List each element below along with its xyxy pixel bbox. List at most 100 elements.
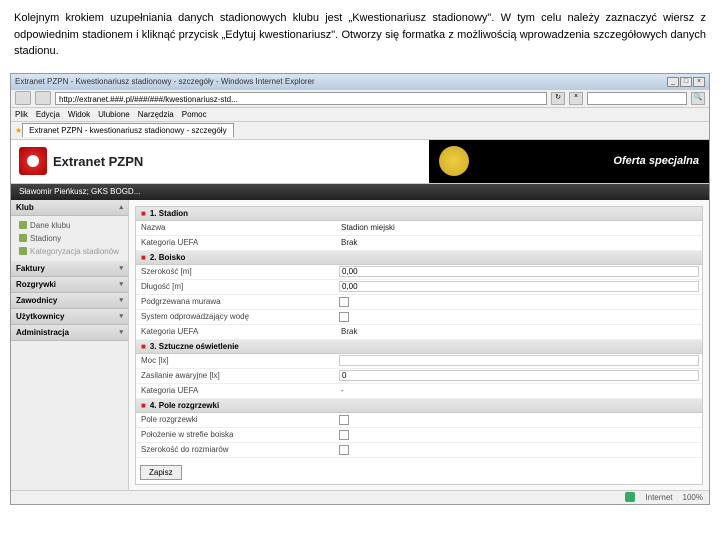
minimize-button[interactable]: _	[667, 77, 679, 87]
field-label: Zasilanie awaryjne [lx]	[136, 371, 336, 380]
chevron-up-icon: ▴	[119, 203, 123, 211]
accordion-klub[interactable]: Klub▴	[11, 200, 128, 216]
field-value: Brak	[336, 327, 702, 336]
field-label: Szerokość [m]	[136, 267, 336, 276]
row-awaryjne: Zasilanie awaryjne [lx]	[136, 369, 702, 384]
field-label: Kategoria UEFA	[136, 238, 336, 247]
awaryjne-input[interactable]	[339, 370, 699, 381]
accordion-administracja[interactable]: Administracja ▾	[11, 325, 128, 341]
field-value: -	[336, 386, 702, 395]
section-3-header[interactable]: ■3. Sztuczne oświetlenie	[136, 340, 702, 354]
field-label: Szerokość do rozmiarów	[136, 445, 336, 454]
pole-checkbox[interactable]	[339, 415, 349, 425]
row-kat-uefa-3: Kategoria UEFA-	[136, 384, 702, 399]
section-title: 4. Pole rozgrzewki	[150, 401, 219, 410]
favorites-icon[interactable]: ★	[15, 126, 22, 135]
app-banner: Extranet PZPN Oferta specjalna	[11, 140, 709, 184]
bullet-icon: ■	[141, 209, 146, 218]
chevron-down-icon: ▾	[119, 328, 123, 336]
field-label: Kategoria UEFA	[136, 327, 336, 336]
ad-logo-icon	[439, 146, 469, 176]
row-rozmiar: Szerokość do rozmiarów	[136, 443, 702, 458]
dlugosc-input[interactable]	[339, 281, 699, 292]
sidebar-item-dane[interactable]: Dane klubu	[11, 219, 128, 232]
accordion-zawodnicy[interactable]: Zawodnicy▾	[11, 293, 128, 309]
field-label: Długość [m]	[136, 282, 336, 291]
accordion-faktury[interactable]: Faktury ▾	[11, 261, 128, 277]
polozenie-checkbox[interactable]	[339, 430, 349, 440]
accordion-label: Faktury	[16, 264, 45, 273]
moc-input[interactable]	[339, 355, 699, 366]
bullet-icon: ■	[141, 342, 146, 351]
chevron-down-icon: ▾	[119, 296, 123, 304]
field-value: Stadion miejski	[336, 223, 702, 232]
sidebar-item-stadiony[interactable]: Stadiony	[11, 232, 128, 245]
browser-window: Extranet PZPN - Kwestionariusz stadionow…	[10, 73, 710, 505]
titlebar: Extranet PZPN - Kwestionariusz stadionow…	[11, 74, 709, 90]
menu-file[interactable]: Plik	[15, 110, 28, 119]
intro-text: Kolejnym krokiem uzupełniania danych sta…	[0, 0, 720, 70]
row-pole: Pole rozgrzewki	[136, 413, 702, 428]
main-panel: ■ 1. Stadion NazwaStadion miejski Kategor…	[129, 200, 709, 490]
menu-bar: Plik Edycja Widok Ulubione Narzędzia Pom…	[11, 108, 709, 122]
szerokosc-input[interactable]	[339, 266, 699, 277]
status-net: Internet	[645, 493, 672, 502]
chevron-down-icon: ▾	[119, 264, 123, 272]
field-label: Położenie w strefie boiska	[136, 430, 336, 439]
woda-checkbox[interactable]	[339, 312, 349, 322]
save-button[interactable]: Zapisz	[140, 465, 182, 480]
window-title: Extranet PZPN - Kwestionariusz stadionow…	[15, 77, 315, 86]
section-1-header[interactable]: ■ 1. Stadion	[136, 207, 702, 221]
search-field[interactable]	[587, 92, 687, 105]
back-button[interactable]	[15, 91, 31, 105]
status-zoom[interactable]: 100%	[683, 493, 703, 502]
sidebar-item-kategoryzacja[interactable]: Kategoryzacja stadionów	[11, 245, 128, 258]
sidebar: Klub▴ Dane klubu Stadiony Kategoryzacja …	[11, 200, 129, 490]
accordion-rozgrywki[interactable]: Rozgrywki ▾	[11, 277, 128, 293]
menu-view[interactable]: Widok	[68, 110, 90, 119]
browser-tab[interactable]: Extranet PZPN - kwestionariusz stadionow…	[22, 123, 233, 137]
field-value: Brak	[336, 238, 702, 247]
search-button[interactable]: 🔍	[691, 92, 705, 105]
menu-favorites[interactable]: Ulubione	[98, 110, 130, 119]
menu-help[interactable]: Pomoc	[182, 110, 207, 119]
url-field[interactable]: http://extranet.###.pl/###/###/kwestiona…	[55, 92, 547, 105]
doc-icon	[19, 234, 27, 242]
doc-icon	[19, 247, 27, 255]
section-title: 2. Boisko	[150, 253, 186, 262]
maximize-button[interactable]: □	[680, 77, 692, 87]
row-kat-uefa-1: Kategoria UEFABrak	[136, 236, 702, 251]
close-button[interactable]: ×	[693, 77, 705, 87]
field-label: Nazwa	[136, 223, 336, 232]
sidebar-item-label: Dane klubu	[30, 221, 70, 230]
row-szerokosc: Szerokość [m]	[136, 265, 702, 280]
chevron-down-icon: ▾	[119, 312, 123, 320]
menu-tools[interactable]: Narzędzia	[138, 110, 174, 119]
tab-bar: ★ Extranet PZPN - kwestionariusz stadion…	[11, 122, 709, 140]
field-label: Pole rozgrzewki	[136, 415, 336, 424]
section-title: 1. Stadion	[150, 209, 188, 218]
bullet-icon: ■	[141, 401, 146, 410]
ad-banner[interactable]: Oferta specjalna	[429, 140, 709, 183]
internet-icon	[625, 492, 635, 502]
row-dlugosc: Długość [m]	[136, 280, 702, 295]
refresh-button[interactable]: ↻	[551, 92, 565, 105]
field-label: System odprowadzający wodę	[136, 312, 336, 321]
accordion-label: Użytkownicy	[16, 312, 64, 321]
accordion-uzytkownicy[interactable]: Użytkownicy ▾	[11, 309, 128, 325]
forward-button[interactable]	[35, 91, 51, 105]
accordion-label: Rozgrywki	[16, 280, 56, 289]
stop-button[interactable]: ×	[569, 92, 583, 105]
murawa-checkbox[interactable]	[339, 297, 349, 307]
ad-text: Oferta specjalna	[613, 155, 699, 167]
row-kat-uefa-2: Kategoria UEFABrak	[136, 325, 702, 340]
row-moc: Moc [lx]	[136, 354, 702, 369]
menu-edit[interactable]: Edycja	[36, 110, 60, 119]
rozmiar-checkbox[interactable]	[339, 445, 349, 455]
chevron-down-icon: ▾	[119, 280, 123, 288]
accordion-label: Administracja	[16, 328, 69, 337]
section-4-header[interactable]: ■ 4. Pole rozgrzewki	[136, 399, 702, 413]
section-2-header[interactable]: ■2. Boisko	[136, 251, 702, 265]
user-bar: Sławomir Pieńkusz; GKS BOGD...	[11, 184, 709, 200]
doc-icon	[19, 221, 27, 229]
